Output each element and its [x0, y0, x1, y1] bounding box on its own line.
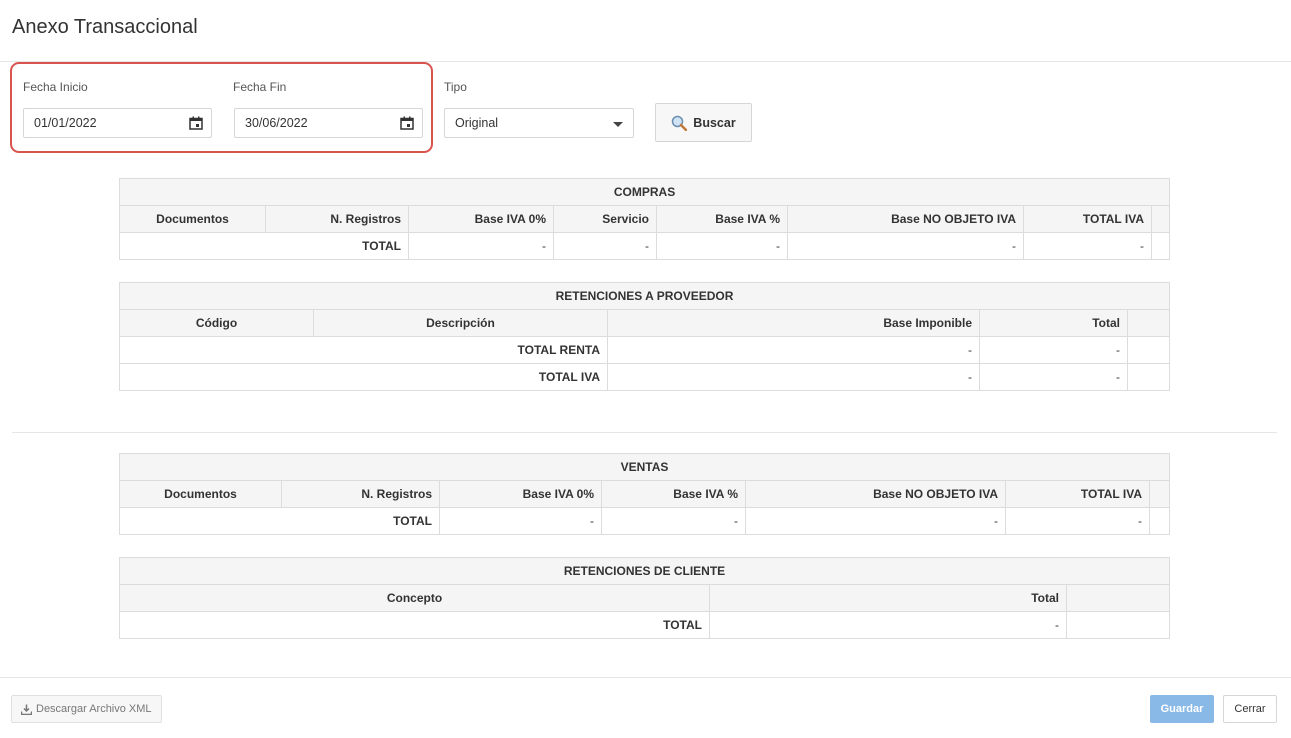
tipo-value: Original [455, 116, 499, 130]
total-label: TOTAL [119, 232, 409, 260]
header-descripcion: Descripción [313, 309, 608, 337]
row-spacer [1150, 232, 1171, 260]
table-row: TOTAL - - - - [119, 507, 1171, 535]
close-button[interactable]: Cerrar [1223, 695, 1277, 723]
download-xml-button[interactable]: Descargar Archivo XML [11, 695, 162, 723]
close-label: Cerrar [1234, 703, 1266, 715]
compras-title: COMPRAS [118, 178, 1171, 206]
fecha-fin-input[interactable]: 30/06/2022 [234, 108, 423, 138]
total-value: - [1005, 507, 1150, 535]
buscar-label: Buscar [693, 115, 736, 130]
row-spacer [1148, 507, 1171, 535]
total-renta-label: TOTAL RENTA [119, 336, 608, 364]
table-row: TOTAL - - - - - [119, 232, 1171, 260]
ventas-table: VENTAS Documentos N. Registros Base IVA … [118, 453, 1171, 535]
header-base-iva-0: Base IVA 0% [408, 205, 554, 233]
fecha-inicio-label: Fecha Inicio [23, 80, 88, 94]
total-label: TOTAL [119, 611, 710, 639]
total-value: - [1023, 232, 1152, 260]
header-spacer [1127, 309, 1170, 337]
table-row: TOTAL RENTA - - [119, 336, 1170, 364]
total-value: - [439, 507, 602, 535]
total-label: TOTAL [119, 507, 440, 535]
compras-table: COMPRAS Documentos N. Registros Base IVA… [118, 178, 1171, 260]
total-value: - [745, 507, 1006, 535]
header-n-registros: N. Registros [265, 205, 409, 233]
header-total-iva: TOTAL IVA [1023, 205, 1152, 233]
header-spacer [1148, 480, 1171, 508]
retenciones-cliente-table: RETENCIONES DE CLIENTE Concepto Total TO… [118, 557, 1171, 639]
header-base-iva-pct: Base IVA % [656, 205, 788, 233]
header-base-no-objeto-iva: Base NO OBJETO IVA [745, 480, 1006, 508]
download-icon [21, 704, 32, 715]
ventas-title: VENTAS [118, 453, 1171, 481]
save-label: Guardar [1160, 703, 1204, 715]
header-n-registros: N. Registros [281, 480, 440, 508]
header-total: Total [979, 309, 1128, 337]
header-concepto: Concepto [119, 584, 710, 612]
total-value: - [601, 507, 746, 535]
header-servicio: Servicio [553, 205, 657, 233]
header-base-iva-0: Base IVA 0% [439, 480, 602, 508]
header-spacer [1150, 205, 1171, 233]
base-value: - [607, 336, 980, 364]
table-row: TOTAL - [119, 611, 1171, 639]
retenciones-proveedor-table: RETENCIONES A PROVEEDOR Código Descripci… [119, 282, 1170, 391]
fecha-inicio-input[interactable]: 01/01/2022 [23, 108, 212, 138]
buscar-button[interactable]: Buscar [655, 103, 752, 142]
row-spacer [1127, 336, 1170, 364]
header-codigo: Código [119, 309, 314, 337]
header-total-iva: TOTAL IVA [1005, 480, 1150, 508]
header-documentos: Documentos [119, 480, 282, 508]
row-spacer [1065, 611, 1171, 639]
total-iva-label: TOTAL IVA [119, 363, 608, 391]
retenciones-cliente-title: RETENCIONES DE CLIENTE [118, 557, 1171, 585]
total-value: - [979, 363, 1128, 391]
save-button[interactable]: Guardar [1150, 695, 1214, 723]
calendar-icon[interactable] [189, 116, 203, 130]
total-value: - [979, 336, 1128, 364]
divider [12, 432, 1277, 433]
total-value: - [709, 611, 1067, 639]
fecha-fin-label: Fecha Fin [233, 80, 287, 94]
header-total: Total [709, 584, 1067, 612]
search-icon [672, 115, 688, 131]
header-spacer [1065, 584, 1171, 612]
header-base-no-objeto-iva: Base NO OBJETO IVA [787, 205, 1024, 233]
fecha-fin-value: 30/06/2022 [245, 116, 308, 130]
total-value: - [656, 232, 788, 260]
caret-down-icon [613, 122, 623, 127]
table-row: TOTAL IVA - - [119, 363, 1170, 391]
page-title: Anexo Transaccional [12, 16, 198, 38]
download-label: Descargar Archivo XML [36, 703, 152, 715]
row-spacer [1127, 363, 1170, 391]
retenciones-proveedor-title: RETENCIONES A PROVEEDOR [119, 282, 1170, 310]
tipo-label: Tipo [444, 80, 467, 94]
calendar-icon[interactable] [400, 116, 414, 130]
header-documentos: Documentos [119, 205, 266, 233]
total-value: - [787, 232, 1024, 260]
tipo-select[interactable]: Original [444, 108, 634, 138]
header-base-iva-pct: Base IVA % [601, 480, 746, 508]
total-value: - [408, 232, 554, 260]
divider [0, 677, 1291, 678]
fecha-inicio-value: 01/01/2022 [34, 116, 97, 130]
header-base-imponible: Base Imponible [607, 309, 980, 337]
base-value: - [607, 363, 980, 391]
total-value: - [553, 232, 657, 260]
